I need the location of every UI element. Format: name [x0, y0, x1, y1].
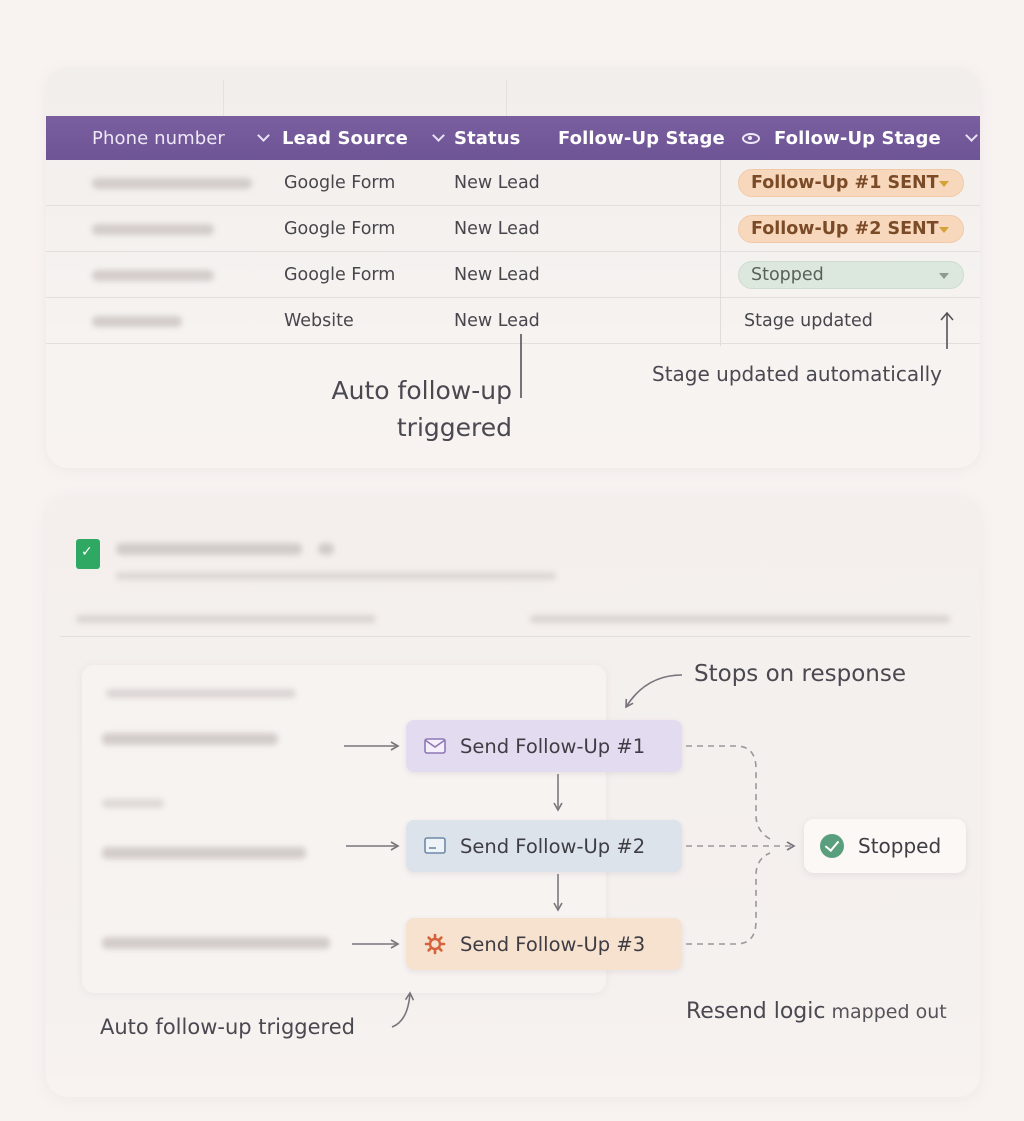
annotation-lines — [520, 311, 954, 398]
dashed-connector-3 — [686, 852, 771, 945]
flow-connectors — [344, 674, 796, 1028]
flow-panel: Send Follow-Up #1 Send Follow-Up #2 Send… — [46, 497, 980, 1097]
stops-annotation-arrow — [625, 674, 683, 709]
dashed-connector-1 — [686, 745, 771, 840]
spreadsheet-panel: Phone number Lead Source Status Follow-U… — [46, 68, 980, 468]
trigger-annotation-arrow — [391, 991, 415, 1028]
